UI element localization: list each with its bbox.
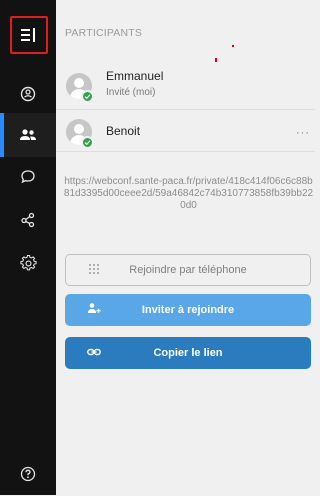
invite-label: Inviter à rejoindre (141, 304, 235, 316)
participant-role: Invité (moi) (106, 87, 156, 98)
share-icon (21, 212, 35, 228)
copy-link-button[interactable]: Copier le lien (65, 337, 311, 369)
copy-link-label: Copier le lien (153, 347, 223, 359)
menu-toggle-button[interactable] (10, 16, 48, 54)
presence-check-icon (81, 136, 94, 149)
divider (56, 151, 315, 152)
divider (56, 109, 315, 110)
join-by-phone-button[interactable]: Rejoindre par téléphone (65, 254, 311, 286)
link-icon (87, 348, 101, 356)
participants-panel: PARTICIPANTS Emmanuel Invité (moi) Benoi… (56, 0, 315, 495)
help-icon (20, 466, 36, 482)
help-button[interactable] (0, 452, 56, 496)
add-person-icon (88, 303, 101, 313)
presence-check-icon (81, 90, 94, 103)
dialpad-icon (89, 264, 99, 274)
participant-name: Emmanuel (106, 69, 164, 83)
invite-button[interactable]: Inviter à rejoindre (65, 294, 311, 326)
smile-icon (20, 86, 36, 102)
meeting-link: https://webconf.sante-paca.fr/private/41… (63, 176, 314, 211)
menu-icon (21, 28, 35, 42)
participant-more-button[interactable]: ··· (296, 127, 310, 139)
settings-button[interactable] (0, 241, 56, 285)
share-button[interactable] (0, 198, 56, 242)
annotation-dot (215, 58, 217, 62)
participant-row-benoit[interactable]: Benoit ··· (56, 115, 315, 155)
sidebar-rail (0, 0, 56, 495)
profile-button[interactable] (0, 72, 56, 116)
participants-button[interactable] (0, 113, 56, 157)
chat-bubble-icon (21, 170, 35, 184)
annotation-dot (232, 45, 234, 47)
people-icon (20, 129, 36, 140)
participant-row-emmanuel[interactable]: Emmanuel Invité (moi) (56, 69, 315, 109)
join-by-phone-label: Rejoindre par téléphone (129, 264, 247, 276)
participant-name: Benoit (106, 124, 141, 138)
chat-button[interactable] (0, 155, 56, 199)
gear-icon (19, 254, 37, 270)
panel-title: PARTICIPANTS (65, 27, 143, 39)
